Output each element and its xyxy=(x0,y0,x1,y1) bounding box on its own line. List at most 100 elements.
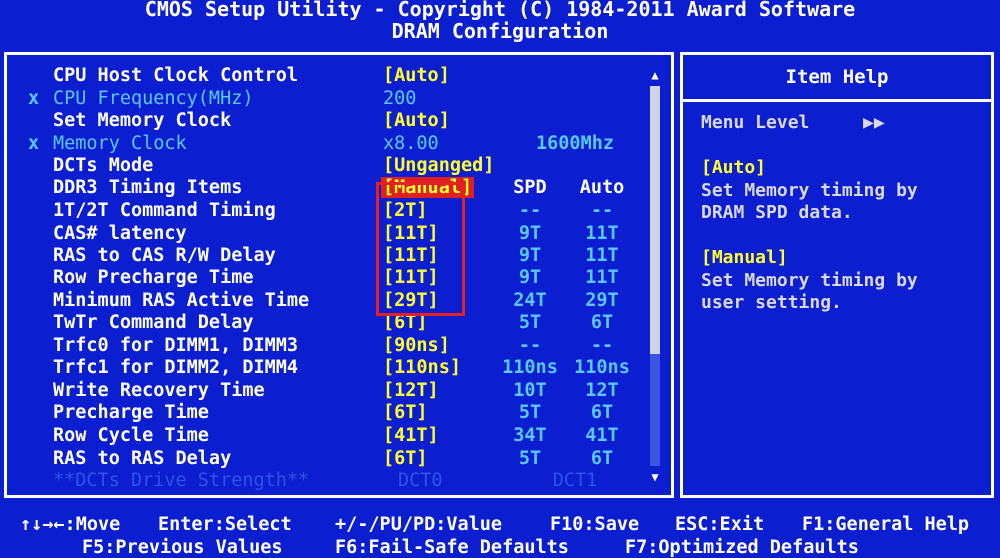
setting-label: Row Precharge Time xyxy=(53,267,254,288)
auto-value: 12T xyxy=(585,380,619,401)
setting-label: CAS# latency xyxy=(53,223,187,244)
setting-label: Minimum RAS Active Time xyxy=(53,290,310,311)
setting-row-cpu-frequency: x CPU Frequency(MHz) 200 xyxy=(0,88,660,110)
setting-value: 200 xyxy=(383,88,417,109)
setting-value[interactable]: [12T] xyxy=(383,380,439,401)
spd-value: 5T xyxy=(518,312,542,333)
setting-row-cas-latency[interactable]: CAS# latency [11T] 9T 11T xyxy=(0,223,660,245)
setting-label: Trfc0 for DIMM1, DIMM3 xyxy=(53,335,299,356)
memory-clock-readout: 1600Mhz xyxy=(536,133,614,154)
setting-row-dcts-mode[interactable]: DCTs Mode [Unganged] xyxy=(0,155,660,177)
spd-value: -- xyxy=(518,200,542,221)
help-text: user setting. xyxy=(701,292,842,313)
help-option-manual: [Manual] xyxy=(701,247,788,268)
auto-value: -- xyxy=(590,335,614,356)
setting-label: Precharge Time xyxy=(53,402,209,423)
disabled-x-icon: x xyxy=(28,88,40,109)
setting-row-trfc1[interactable]: Trfc1 for DIMM2, DIMM4 [110ns] 110ns 110… xyxy=(0,357,660,379)
key-hint-move: ↑↓→←:Move xyxy=(20,514,121,535)
auto-value: 6T xyxy=(590,448,614,469)
setting-row-trfc0[interactable]: Trfc0 for DIMM1, DIMM3 [90ns] -- -- xyxy=(0,335,660,357)
setting-row-ras-to-cas-delay[interactable]: RAS to CAS R/W Delay [11T] 9T 11T xyxy=(0,245,660,267)
help-text: Set Memory timing by xyxy=(701,270,918,291)
setting-label: RAS to RAS Delay xyxy=(53,448,232,469)
setting-row-dcts-drive-strength: **DCTs Drive Strength** DCT0 DCT1 xyxy=(0,470,660,492)
menu-level-label: Menu Level xyxy=(701,112,810,133)
setting-value[interactable]: [6T] xyxy=(383,312,428,333)
key-hint-previous-values: F5:Previous Values xyxy=(82,537,283,558)
setting-value[interactable]: [110ns] xyxy=(383,357,461,378)
auto-value: -- xyxy=(590,200,614,221)
auto-value: 6T xyxy=(590,312,614,333)
setting-row-row-precharge-time[interactable]: Row Precharge Time [11T] 9T 11T xyxy=(0,267,660,289)
setting-value[interactable]: [29T] xyxy=(383,290,439,311)
help-option-auto: [Auto] xyxy=(701,157,767,178)
setting-label: CPU Host Clock Control xyxy=(53,65,299,86)
key-hint-save: F10:Save xyxy=(550,514,640,535)
setting-label: Write Recovery Time xyxy=(53,380,265,401)
help-text: Set Memory timing by xyxy=(701,180,918,201)
setting-value[interactable]: [Auto] xyxy=(383,65,450,86)
setting-row-precharge-time[interactable]: Precharge Time [6T] 5T 6T xyxy=(0,402,660,424)
setting-label: DDR3 Timing Items xyxy=(53,177,243,198)
auto-value: 11T xyxy=(585,267,619,288)
scrollbar[interactable]: ▲ ▼ xyxy=(648,64,662,488)
setting-value[interactable]: [6T] xyxy=(383,402,428,423)
setting-value[interactable]: [41T] xyxy=(383,425,439,446)
spd-value: 9T xyxy=(518,223,542,244)
auto-value: 11T xyxy=(585,223,619,244)
setting-value: x8.00 xyxy=(383,133,439,154)
setting-row-command-timing[interactable]: 1T/2T Command Timing [2T] -- -- xyxy=(0,200,660,222)
setting-row-twtr-command-delay[interactable]: TwTr Command Delay [6T] 5T 6T xyxy=(0,312,660,334)
setting-value[interactable]: [11T] xyxy=(383,223,439,244)
setting-value[interactable]: [11T] xyxy=(383,245,439,266)
setting-value[interactable]: [90ns] xyxy=(383,335,450,356)
key-hint-failsafe-defaults: F6:Fail-Safe Defaults xyxy=(335,537,569,558)
setting-value-selected[interactable]: [Manual] xyxy=(381,177,475,198)
item-help-panel: Item Help Menu Level ▶▶ [Auto] Set Memor… xyxy=(680,52,994,498)
spd-value: 5T xyxy=(518,402,542,423)
scroll-up-arrow-icon[interactable]: ▲ xyxy=(648,68,662,82)
setting-label: DCTs Mode xyxy=(53,155,154,176)
spd-value: 5T xyxy=(518,448,542,469)
section-label: **DCTs Drive Strength** xyxy=(53,470,310,491)
auto-value: 41T xyxy=(585,425,619,446)
setting-label: TwTr Command Delay xyxy=(53,312,254,333)
setting-label: Trfc1 for DIMM2, DIMM4 xyxy=(53,357,299,378)
item-help-title: Item Help xyxy=(683,55,991,102)
setting-value[interactable]: [Auto] xyxy=(383,110,450,131)
setting-value[interactable]: [6T] xyxy=(383,448,428,469)
key-hint-general-help: F1:General Help xyxy=(802,514,970,535)
auto-value: 6T xyxy=(590,402,614,423)
scroll-thumb[interactable] xyxy=(650,86,660,354)
setting-label: Memory Clock xyxy=(53,133,187,154)
spd-value: 9T xyxy=(518,245,542,266)
setting-label: CPU Frequency(MHz) xyxy=(53,88,254,109)
setting-value[interactable]: [11T] xyxy=(383,267,439,288)
spd-value: 34T xyxy=(513,425,547,446)
setting-label: Set Memory Clock xyxy=(53,110,232,131)
spd-value: 9T xyxy=(518,267,542,288)
setting-row-row-cycle-time[interactable]: Row Cycle Time [41T] 34T 41T xyxy=(0,425,660,447)
setting-row-write-recovery-time[interactable]: Write Recovery Time [12T] 10T 12T xyxy=(0,380,660,402)
dct1-column-header: DCT1 xyxy=(552,470,598,491)
spd-value: 10T xyxy=(513,380,547,401)
dct0-column-header: DCT0 xyxy=(398,470,443,491)
scroll-down-arrow-icon[interactable]: ▼ xyxy=(648,470,662,484)
spd-value: 110ns xyxy=(502,357,558,378)
setting-value[interactable]: [Unganged] xyxy=(383,155,494,176)
setting-value[interactable]: [2T] xyxy=(383,200,428,221)
disabled-x-icon: x xyxy=(28,133,40,154)
setting-label: Row Cycle Time xyxy=(53,425,209,446)
setting-row-memory-clock: x Memory Clock x8.00 1600Mhz xyxy=(0,133,660,155)
setting-row-cpu-host-clock-control[interactable]: CPU Host Clock Control [Auto] xyxy=(0,65,660,87)
page-title: DRAM Configuration xyxy=(391,19,609,43)
app-title: CMOS Setup Utility - Copyright (C) 1984-… xyxy=(144,0,856,21)
auto-value: 29T xyxy=(585,290,619,311)
setting-row-ddr3-timing-items[interactable]: DDR3 Timing Items [Manual] SPD Auto xyxy=(0,177,660,199)
setting-row-min-ras-active-time[interactable]: Minimum RAS Active Time [29T] 24T 29T xyxy=(0,290,660,312)
key-hint-exit: ESC:Exit xyxy=(675,514,765,535)
setting-row-ras-to-ras-delay[interactable]: RAS to RAS Delay [6T] 5T 6T xyxy=(0,448,660,470)
key-hint-enter: Enter:Select xyxy=(158,514,292,535)
setting-row-set-memory-clock[interactable]: Set Memory Clock [Auto] xyxy=(0,110,660,132)
